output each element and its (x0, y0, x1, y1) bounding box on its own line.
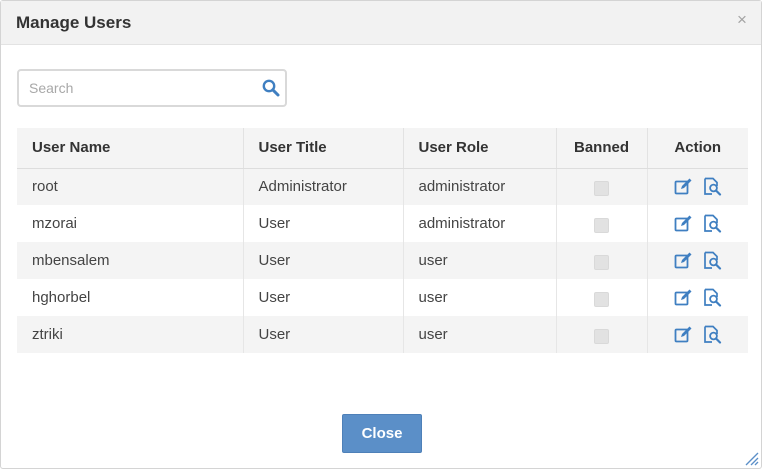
cell-banned (556, 316, 648, 353)
cell-user-title: User (243, 279, 404, 316)
table-row[interactable]: ztriki User user (17, 316, 748, 353)
column-header-banned[interactable]: Banned (556, 128, 648, 169)
close-button[interactable]: Close (342, 414, 422, 453)
cell-user-role: administrator (403, 205, 557, 242)
view-details-icon[interactable] (703, 288, 722, 307)
cell-banned (556, 279, 648, 316)
edit-icon[interactable] (674, 214, 693, 233)
cell-user-title: User (243, 205, 404, 242)
cell-user-role: user (403, 279, 557, 316)
view-details-icon[interactable] (703, 251, 722, 270)
edit-icon[interactable] (674, 325, 693, 344)
edit-icon[interactable] (674, 288, 693, 307)
edit-icon[interactable] (674, 251, 693, 270)
view-details-icon[interactable] (703, 214, 722, 233)
search-box (17, 69, 287, 107)
close-icon[interactable]: × (735, 11, 749, 28)
table-row[interactable]: root Administrator administrator (17, 168, 748, 205)
cell-banned (556, 242, 648, 279)
cell-user-name: hghorbel (17, 279, 244, 316)
cell-user-title: User (243, 242, 404, 279)
column-header-action: Action (647, 128, 748, 169)
table-header-row: User Name User Title User Role Banned Ac… (17, 128, 748, 169)
cell-user-name: ztriki (17, 316, 244, 353)
banned-checkbox[interactable] (594, 328, 609, 344)
dialog-title: Manage Users (16, 13, 132, 32)
column-header-user-title[interactable]: User Title (243, 128, 404, 169)
cell-user-role: user (403, 242, 557, 279)
table-row[interactable]: hghorbel User user (17, 279, 748, 316)
cell-action (647, 168, 748, 205)
cell-action (647, 242, 748, 279)
cell-banned (556, 168, 648, 205)
search-icon[interactable] (261, 78, 281, 98)
cell-user-title: User (243, 316, 404, 353)
cell-user-role: user (403, 316, 557, 353)
edit-icon[interactable] (674, 177, 693, 196)
cell-user-role: administrator (403, 168, 557, 205)
cell-user-name: mzorai (17, 205, 244, 242)
manage-users-dialog: Manage Users × User Name User Title User… (0, 0, 762, 469)
banned-checkbox[interactable] (594, 180, 609, 196)
view-details-icon[interactable] (703, 177, 722, 196)
column-header-user-role[interactable]: User Role (403, 128, 557, 169)
dialog-titlebar: Manage Users × (1, 1, 761, 45)
banned-checkbox[interactable] (594, 254, 609, 270)
cell-user-name: mbensalem (17, 242, 244, 279)
cell-action (647, 205, 748, 242)
cell-action (647, 316, 748, 353)
column-header-user-name[interactable]: User Name (17, 128, 244, 169)
table-row[interactable]: mbensalem User user (17, 242, 748, 279)
search-input[interactable] (19, 71, 255, 105)
banned-checkbox[interactable] (594, 291, 609, 307)
banned-checkbox[interactable] (594, 217, 609, 233)
cell-banned (556, 205, 648, 242)
cell-action (647, 279, 748, 316)
view-details-icon[interactable] (703, 325, 722, 344)
resize-grip-icon[interactable] (743, 450, 759, 466)
cell-user-title: Administrator (243, 168, 404, 205)
table-row[interactable]: mzorai User administrator (17, 205, 748, 242)
cell-user-name: root (17, 168, 244, 205)
users-table: User Name User Title User Role Banned Ac… (17, 128, 748, 353)
